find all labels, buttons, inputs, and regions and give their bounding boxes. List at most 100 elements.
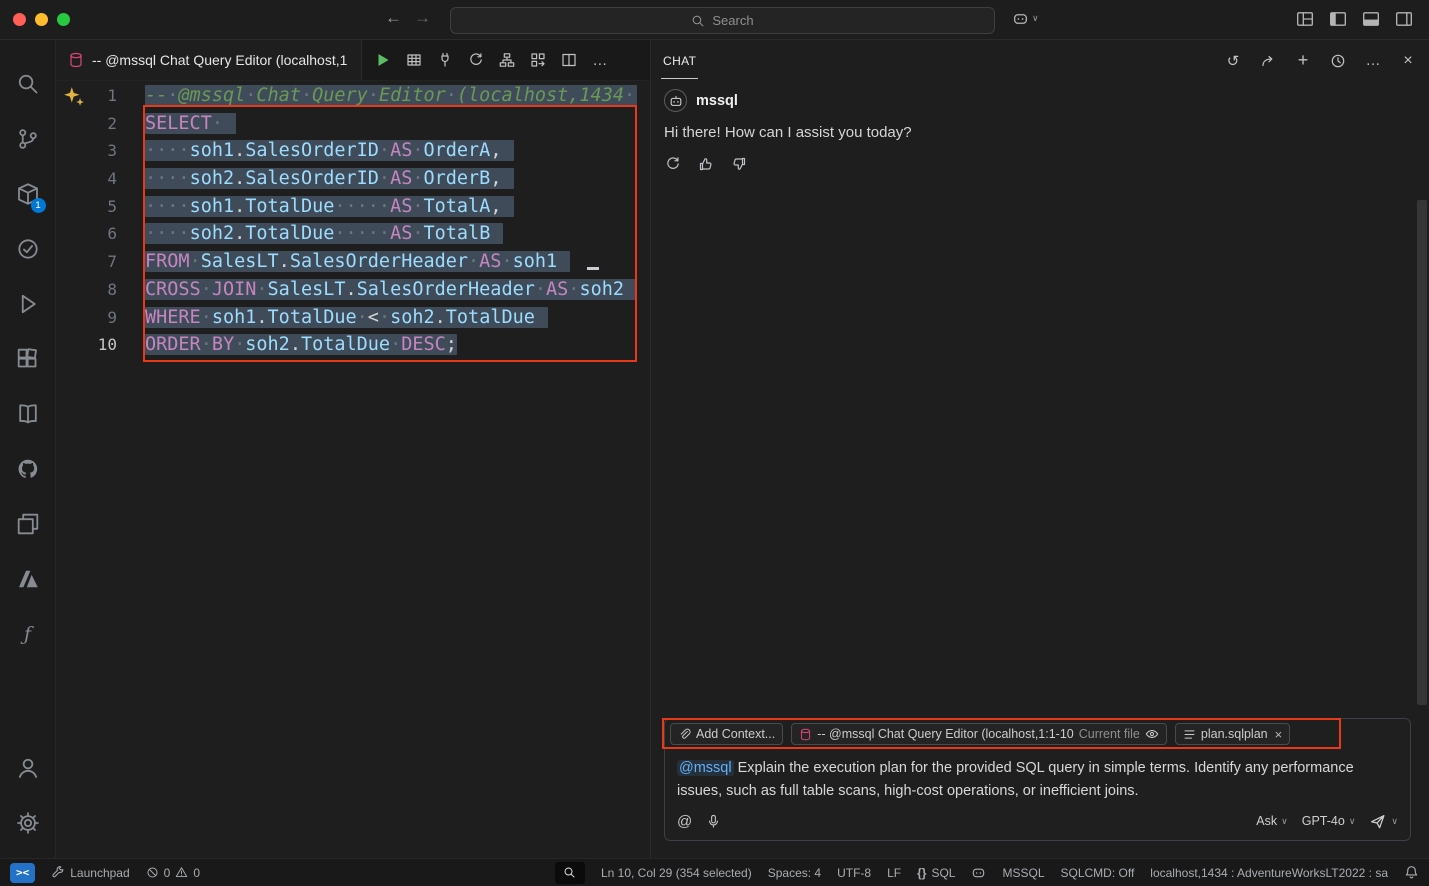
new-chat-button[interactable]: + [1292,50,1314,72]
undo-icon[interactable]: ↺ [1222,50,1244,72]
sidebar-item-github[interactable] [0,441,56,496]
language-mode[interactable]: {} SQL [917,866,955,880]
query-plan-button[interactable] [527,49,549,71]
chat-input-controls: @ Ask ∨ GPT-4o ∨ [665,802,1410,840]
plug-icon [437,52,453,68]
split-editor-button[interactable] [558,49,580,71]
sidebar-item-remote-explorer[interactable]: 1 [0,166,56,221]
launchpad-button[interactable]: Launchpad [51,866,129,880]
sidebar-item-azure[interactable] [0,551,56,606]
tab-chat[interactable]: CHAT [661,43,698,79]
remote-indicator[interactable]: >< [10,863,35,883]
account-button[interactable] [0,740,56,795]
code-line[interactable]: --·@mssql·Chat·Query·Editor·(localhost,1… [145,82,637,110]
command-center-search[interactable]: Search [450,7,995,34]
regenerate-icon[interactable] [664,155,682,173]
copilot-menu[interactable]: ∨ [1012,10,1039,27]
magnifier-icon [563,866,576,879]
code-line[interactable]: ····soh2.SalesOrderID·AS·OrderB, [145,165,637,193]
line-number: 3 [56,137,117,165]
sidebar-item-extensions[interactable] [0,331,56,386]
problems-button[interactable]: 0 0 [146,866,200,880]
navigate-forward-icon[interactable]: → [414,8,431,28]
sidebar-item-testing[interactable] [0,221,56,276]
sidebar-item-docs[interactable] [0,386,56,441]
thumbs-down-icon[interactable] [730,155,748,173]
run-debug-icon [16,292,40,316]
results-grid-button[interactable] [403,49,425,71]
tab-bar: -- @mssql Chat Query Editor (localhost,1 [56,40,650,81]
cursor [587,267,599,270]
add-context-label: Add Context... [696,727,775,741]
sidebar-item-search[interactable] [0,56,56,111]
code-line[interactable]: ····soh1.TotalDue·····AS·TotalA, [145,193,637,221]
eye-icon[interactable] [1145,727,1159,741]
toggle-secondary-sidebar-icon[interactable] [1395,10,1413,28]
add-context-button[interactable]: Add Context... [670,723,783,745]
chat-panel: CHAT ↺ + … × [650,40,1429,858]
mode-selector[interactable]: Ask ∨ [1256,814,1287,828]
cursor-position[interactable]: Ln 10, Col 29 (354 selected) [601,866,752,880]
close-window-button[interactable] [13,13,26,26]
estimated-plan-button[interactable] [465,49,487,71]
copilot-status-icon[interactable] [971,865,986,880]
model-selector[interactable]: GPT-4o ∨ [1302,814,1356,828]
sidebar-item-connections[interactable] [0,496,56,551]
toggle-primary-sidebar-icon[interactable] [1329,10,1347,28]
chat-input-text[interactable]: @mssql Explain the execution plan for th… [665,749,1410,807]
code-lines: --·@mssql·Chat·Query·Editor·(localhost,1… [145,82,650,359]
encoding-indicator[interactable]: UTF-8 [837,866,871,880]
remove-chip-icon[interactable]: × [1275,727,1283,742]
minimize-window-button[interactable] [35,13,48,26]
navigate-back-icon[interactable]: ← [385,8,402,28]
warning-icon [175,866,188,879]
close-icon[interactable]: × [1397,50,1419,72]
code-line[interactable]: WHERE·soh1.TotalDue·<·soh2.TotalDue [145,304,637,332]
file-lines-icon [1183,728,1196,741]
indentation-indicator[interactable]: Spaces: 4 [768,866,821,880]
mssql-status[interactable]: MSSQL [1002,866,1044,880]
sidebar-item-source-control[interactable] [0,111,56,166]
code-line[interactable]: ····soh1.SalesOrderID·AS·OrderA, [145,137,637,165]
settings-button[interactable] [0,795,56,850]
book-icon [16,402,40,426]
send-button[interactable]: ∨ [1369,813,1398,830]
code-editor[interactable]: 12345678910 --·@mssql·Chat·Query·Editor·… [56,81,650,858]
code-line[interactable]: SELECT· [145,110,637,138]
message-author: mssql [696,93,738,109]
connection-status[interactable]: localhost,1434 : AdventureWorksLT2022 : … [1150,866,1388,880]
toggle-panel-icon[interactable] [1362,10,1380,28]
chat-header: CHAT ↺ + … × [651,40,1429,81]
context-chip-current-file[interactable]: -- @mssql Chat Query Editor (localhost,1… [791,723,1167,745]
tab-mssql-query-editor[interactable]: -- @mssql Chat Query Editor (localhost,1 [56,40,362,80]
bell-icon[interactable] [1404,865,1419,880]
code-line[interactable]: CROSS·JOIN·SalesLT.SalesOrderHeader·AS·s… [145,276,637,304]
code-line[interactable]: FROM·SalesLT.SalesOrderHeader·AS·soh1 [145,248,637,276]
line-number: 6 [56,220,117,248]
history-icon[interactable] [1327,50,1349,72]
run-query-button[interactable] [372,49,394,71]
microphone-icon[interactable] [706,814,721,829]
mention-button[interactable]: @ [677,813,692,830]
sqlcmd-status[interactable]: SQLCMD: Off [1061,866,1135,880]
zoom-indicator[interactable] [555,862,585,884]
search-placeholder: Search [712,13,753,28]
thumbs-up-icon[interactable] [697,155,715,173]
code-line[interactable]: ····soh2.TotalDue·····AS·TotalB [145,220,637,248]
chat-message: mssql Hi there! How can I assist you tod… [651,81,1429,181]
more-actions-button[interactable]: … [1362,50,1384,72]
code-line[interactable]: ORDER·BY·soh2.TotalDue·DESC; [145,331,637,359]
account-icon [16,756,40,780]
line-number: 2 [56,110,117,138]
scrollbar-thumb[interactable] [1417,200,1427,705]
redo-icon[interactable] [1257,50,1279,72]
customize-layout-icon[interactable] [1296,10,1314,28]
change-connection-button[interactable] [434,49,456,71]
more-actions-button[interactable]: … [589,49,611,71]
eol-indicator[interactable]: LF [887,866,901,880]
maximize-window-button[interactable] [57,13,70,26]
context-chip-plan-file[interactable]: plan.sqlplan × [1175,723,1290,745]
sidebar-item-functions[interactable]: ƒ [0,606,56,661]
sidebar-item-run-debug[interactable] [0,276,56,331]
schema-designer-button[interactable] [496,49,518,71]
